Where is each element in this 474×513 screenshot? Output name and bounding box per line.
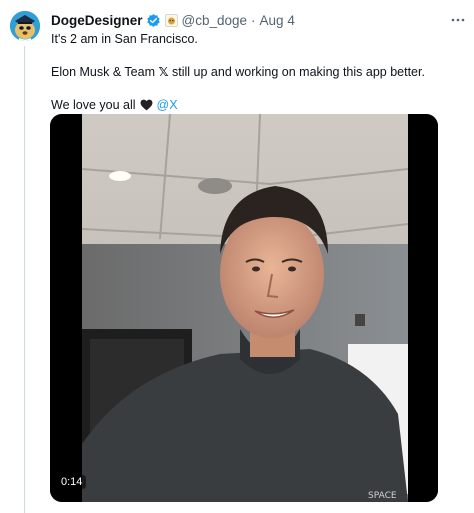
tweet-line-2: Elon Musk & Team 𝕏 still up and working …: [51, 64, 464, 80]
author-handle[interactable]: @cb_doge: [182, 13, 248, 28]
tweet-line-1: It's 2 am in San Francisco.: [51, 32, 198, 46]
tweet[interactable]: DogeDesigner @cb_doge · Aug 4 It's 2 am …: [0, 0, 474, 513]
separator-dot: ·: [251, 12, 256, 28]
line3-text: We love you all: [51, 98, 136, 112]
mention-link[interactable]: @X: [157, 97, 178, 113]
line2-prefix: Elon Musk & Team: [51, 65, 155, 79]
tweet-text: It's 2 am in San Francisco. Elon Musk & …: [51, 31, 464, 113]
video-watermark: SPACE: [368, 491, 397, 501]
tweet-date[interactable]: Aug 4: [260, 13, 295, 28]
video-player[interactable]: SPACE 0:14: [50, 114, 438, 502]
author-name[interactable]: DogeDesigner: [51, 13, 143, 28]
avatar[interactable]: [10, 11, 40, 41]
thread-line: [24, 46, 25, 513]
line2-suffix: still up and working on making this app …: [172, 65, 425, 79]
x-logo-glyph: 𝕏: [158, 65, 169, 79]
black-heart-icon: [140, 99, 153, 111]
doge-avatar-icon: [10, 11, 40, 41]
verified-badge-icon: [146, 13, 160, 27]
more-options-icon[interactable]: [450, 12, 466, 28]
tweet-header: DogeDesigner @cb_doge · Aug 4: [51, 11, 466, 29]
tweet-line-3: We love you all @X: [51, 97, 464, 113]
video-frame: SPACE: [50, 114, 438, 502]
doge-mini-icon: [167, 17, 175, 24]
video-duration: 0:14: [57, 475, 87, 489]
affiliate-badge-icon[interactable]: [164, 13, 178, 27]
